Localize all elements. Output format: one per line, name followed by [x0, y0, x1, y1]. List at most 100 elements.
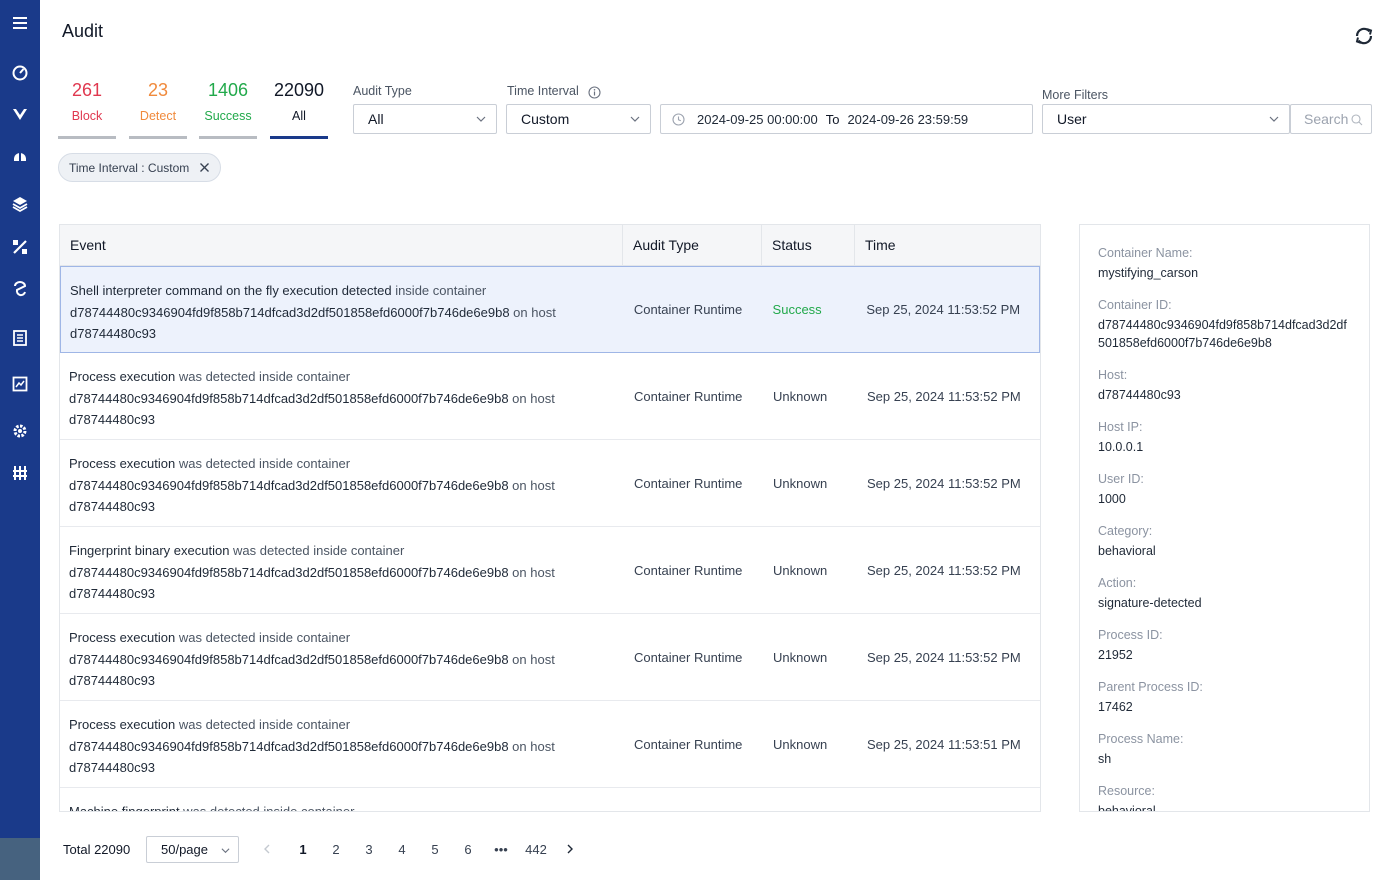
status-cell: Unknown [773, 649, 828, 665]
network-icon[interactable] [9, 278, 31, 300]
detail-value: sh [1098, 752, 1112, 766]
column-header-event[interactable]: Event [60, 225, 623, 265]
prev-page-icon[interactable] [261, 843, 273, 855]
stat-tab-block[interactable]: 261 Block [58, 78, 116, 139]
layers-icon[interactable] [9, 193, 31, 215]
table-row[interactable]: Shell interpreter command on the fly exe… [60, 266, 1040, 353]
more-filters-select[interactable]: User [1042, 104, 1290, 134]
column-header-time[interactable]: Time [855, 225, 1040, 265]
table-row[interactable]: Process execution was detected inside co… [60, 353, 1040, 440]
column-header-audit-type[interactable]: Audit Type [623, 225, 762, 265]
page-number[interactable]: 2 [326, 842, 346, 857]
status-cell: Unknown [773, 562, 828, 578]
detail-key: Container ID: [1098, 298, 1172, 312]
close-icon[interactable] [199, 162, 210, 173]
detail-value: d78744480c93 [1098, 388, 1181, 402]
page-number[interactable]: 4 [392, 842, 412, 857]
stat-label: Block [71, 109, 103, 123]
table-header: Event Audit Type Status Time [60, 225, 1040, 266]
event-cell: Fingerprint binary execution was detecte… [60, 527, 623, 613]
shield-icon[interactable] [9, 103, 31, 125]
event-host: d78744480c93 [69, 586, 156, 601]
date-end[interactable]: 2024-09-26 23:59:59 [847, 112, 968, 127]
date-range-picker[interactable]: 2024-09-25 00:00:00 To 2024-09-26 23:59:… [660, 104, 1033, 134]
time-interval-value: Custom [521, 111, 570, 127]
time-interval-label: Time Interval [507, 84, 579, 98]
table-row[interactable]: Process execution was detected inside co… [60, 440, 1040, 527]
refresh-icon[interactable] [1352, 24, 1376, 48]
table-row[interactable]: Process execution was detected inside co… [60, 614, 1040, 701]
event-cell: Process execution was detected inside co… [60, 701, 623, 787]
event-details-panel: Container Name: mystifying_carson Containe… [1079, 224, 1370, 812]
search-icon[interactable] [1351, 114, 1363, 126]
page-number[interactable]: 442 [524, 842, 548, 857]
event-host: d78744480c93 [69, 412, 156, 427]
more-filters-label: More Filters [1042, 88, 1108, 102]
event-host-word: on host [508, 738, 555, 754]
chevron-down-icon [1269, 116, 1279, 122]
status-cell: Unknown [773, 736, 828, 752]
table-body: Shell interpreter command on the fly exe… [60, 266, 1040, 812]
table-row[interactable]: Process execution was detected inside co… [60, 701, 1040, 788]
report-icon[interactable] [9, 373, 31, 395]
audit-type-cell: Container Runtime [634, 736, 743, 752]
page-number[interactable]: 5 [425, 842, 445, 857]
column-header-status[interactable]: Status [762, 225, 855, 265]
event-cell: Process execution was detected inside co… [60, 614, 623, 700]
event-host: d78744480c93 [70, 326, 157, 341]
page-number[interactable]: 1 [293, 842, 313, 857]
detail-value: 10.0.0.1 [1098, 440, 1144, 454]
date-start[interactable]: 2024-09-25 00:00:00 [697, 112, 818, 127]
page-number[interactable]: 6 [458, 842, 478, 857]
dashboard-gauge-icon[interactable] [9, 61, 31, 83]
detail-value: mystifying_carson [1098, 266, 1199, 280]
time-interval-select[interactable]: Custom [506, 104, 651, 134]
event-text: was detected inside container [175, 717, 351, 732]
stat-underline [270, 136, 328, 139]
stat-tab-success[interactable]: 1406 Success [199, 78, 257, 139]
time-cell: Sep 25, 2024 11:53:52 PM [867, 388, 1021, 404]
event-text: was detected inside container [229, 543, 405, 558]
status-cell: Success [772, 302, 822, 317]
gear-icon[interactable] [9, 420, 31, 442]
info-icon[interactable] [588, 86, 601, 99]
page-size-select[interactable]: 50/page [146, 836, 239, 863]
table-row[interactable]: Machine fingerprint was detected inside … [60, 788, 1040, 812]
stat-value: 22090 [273, 80, 325, 100]
stat-tab-detect[interactable]: 23 Detect [129, 78, 187, 139]
integrations-icon[interactable] [9, 462, 31, 484]
event-host: d78744480c93 [69, 760, 156, 775]
page-number[interactable]: 3 [359, 842, 379, 857]
policy-icon[interactable] [9, 236, 31, 258]
detail-key: Process Name: [1098, 732, 1184, 746]
detail-key: Parent Process ID: [1098, 680, 1203, 694]
filter-chip: Time Interval : Custom [58, 153, 222, 182]
stat-tab-all[interactable]: 22090 All [270, 78, 328, 139]
detail-key: Resource: [1098, 784, 1155, 798]
audit-type-cell: Container Runtime [634, 649, 743, 665]
event-container-id: d78744480c9346904fd9f858b714dfcad3d2df50… [70, 304, 510, 320]
time-cell: Sep 25, 2024 11:53:52 PM [867, 562, 1021, 578]
event-title: Machine fingerprint [69, 804, 180, 812]
table-row[interactable]: Fingerprint binary execution was detecte… [60, 527, 1040, 614]
detail-key: Action: [1098, 576, 1137, 590]
detail-key: Host IP: [1098, 420, 1143, 434]
next-page-icon[interactable] [564, 843, 576, 855]
date-separator: To [825, 111, 840, 127]
page-size-value: 50/page [161, 842, 208, 857]
audit-type-cell [623, 788, 762, 811]
detail-value: behavioral [1098, 804, 1156, 812]
page-number[interactable]: ••• [491, 842, 511, 857]
time-cell [855, 788, 1040, 811]
stat-value: 261 [71, 80, 103, 100]
stat-underline [129, 136, 187, 139]
detail-key: User ID: [1098, 472, 1144, 486]
helmet-icon[interactable] [9, 145, 31, 167]
audit-type-select[interactable]: All [353, 104, 497, 134]
chevron-down-icon [476, 116, 486, 122]
menu-icon[interactable] [9, 12, 31, 34]
audit-log-icon[interactable] [9, 327, 31, 349]
event-text: inside container [391, 283, 487, 298]
stat-underline [199, 136, 257, 139]
event-host-word: on host [509, 304, 556, 320]
